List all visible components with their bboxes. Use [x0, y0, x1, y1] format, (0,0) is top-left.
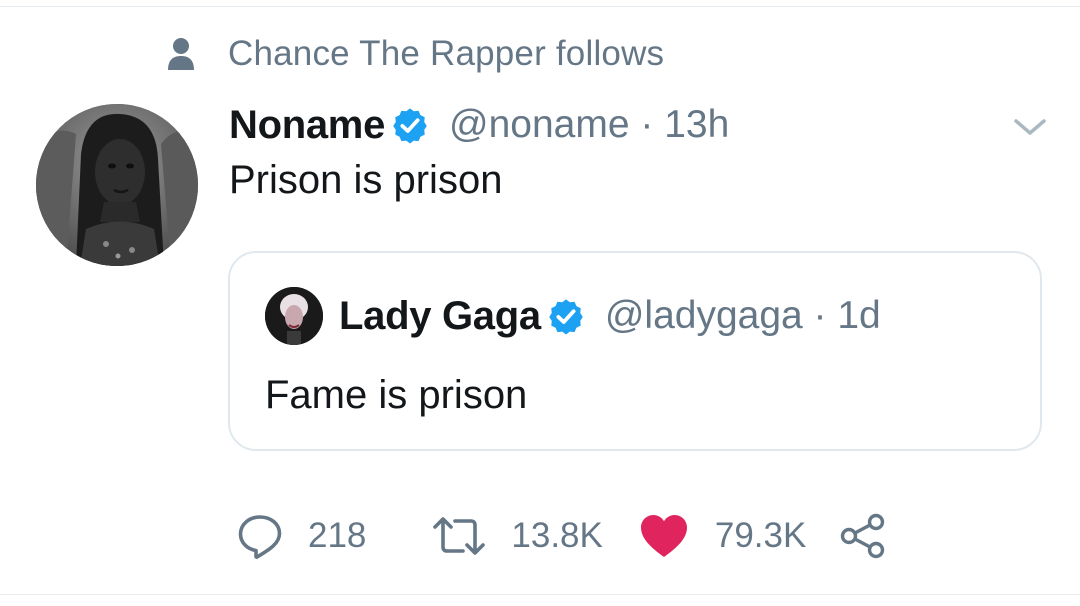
share-icon — [840, 513, 886, 559]
tweet-actions: 218 13.8K 79.3K — [236, 508, 886, 564]
retweet-icon — [432, 516, 486, 556]
tweet-text: Prison is prison — [229, 158, 503, 202]
person-icon — [164, 32, 198, 76]
tweet-header: Noname @noname · 13h — [229, 98, 729, 152]
retweet-button[interactable]: 13.8K — [432, 516, 603, 556]
author-display-name[interactable]: Noname — [229, 103, 385, 148]
retweet-count: 13.8K — [511, 516, 603, 555]
author-avatar[interactable] — [36, 104, 198, 266]
verified-badge-icon — [391, 106, 429, 144]
social-context: Chance The Rapper follows — [164, 32, 664, 76]
heart-icon — [639, 513, 689, 559]
share-button[interactable] — [840, 513, 886, 559]
reply-icon — [236, 512, 284, 560]
top-divider — [0, 6, 1080, 7]
quoted-author-display-name[interactable]: Lady Gaga — [339, 294, 541, 339]
quoted-author-avatar — [265, 287, 323, 345]
reply-button[interactable]: 218 — [236, 512, 366, 560]
quoted-author-handle-time: @ladygaga · 1d — [604, 294, 881, 337]
author-handle-time[interactable]: @noname · 13h — [449, 103, 729, 147]
reply-count: 218 — [308, 516, 367, 555]
quoted-tweet-text: Fame is prison — [265, 373, 528, 417]
verified-badge-icon — [547, 297, 585, 335]
social-context-text: Chance The Rapper follows — [228, 34, 665, 73]
bottom-divider — [0, 594, 1080, 595]
chevron-down-icon[interactable] — [1012, 115, 1048, 139]
like-count: 79.3K — [714, 516, 807, 555]
quoted-tweet-header: Lady Gaga @ladygaga · 1d — [265, 287, 881, 345]
quoted-tweet-card[interactable]: Lady Gaga @ladygaga · 1d Fame is prison — [228, 251, 1042, 451]
like-button[interactable]: 79.3K — [639, 513, 806, 559]
